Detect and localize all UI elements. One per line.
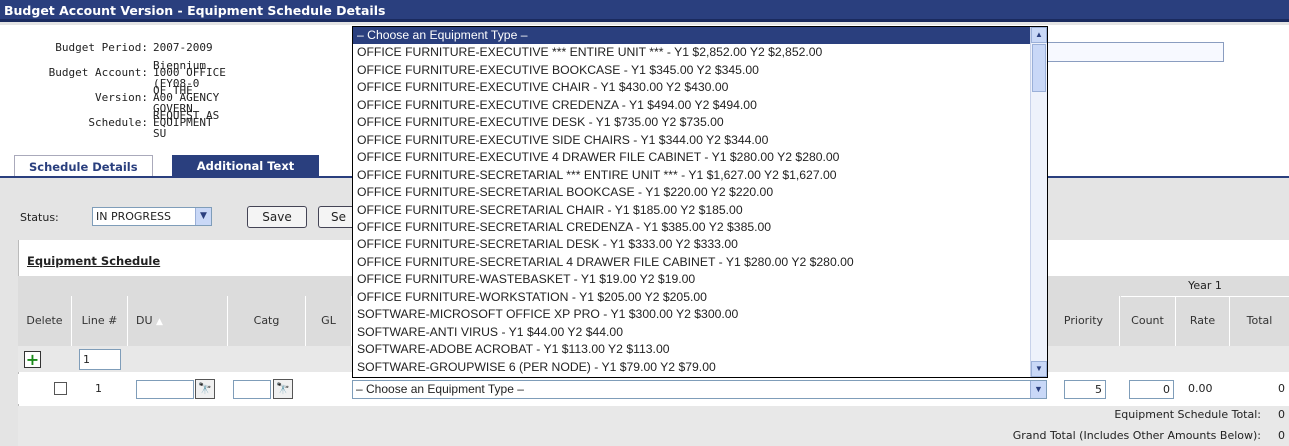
- schedule-value: EQUIPMENT: [153, 116, 213, 129]
- grand-total-value: 0: [1278, 429, 1285, 442]
- col-count: Count: [1120, 296, 1176, 346]
- schedule-label: Schedule:: [88, 116, 148, 129]
- dropdown-option[interactable]: OFFICE FURNITURE-EXECUTIVE 4 DRAWER FILE…: [353, 149, 1031, 166]
- binoculars-icon[interactable]: 🔭: [195, 379, 215, 399]
- col-delete: Delete: [18, 296, 72, 346]
- dropdown-option[interactable]: SOFTWARE-GROUPWISE 6 (PER NODE) - Y1 $79…: [353, 359, 1031, 376]
- binoculars-icon[interactable]: 🔭: [273, 379, 293, 399]
- equipment-dropdown-list[interactable]: – Choose an Equipment Type – OFFICE FURNI…: [352, 26, 1048, 378]
- dropdown-option[interactable]: – Choose an Equipment Type –: [353, 27, 1031, 44]
- dropdown-option[interactable]: OFFICE FURNITURE-EXECUTIVE *** ENTIRE UN…: [353, 44, 1031, 61]
- dropdown-option[interactable]: OFFICE FURNITURE-SECRETARIAL CREDENZA - …: [353, 219, 1031, 236]
- scroll-up-icon[interactable]: ▲: [1031, 27, 1047, 43]
- delete-checkbox[interactable]: [54, 382, 67, 395]
- tab-schedule-details[interactable]: Schedule Details: [14, 155, 153, 178]
- budget-period-row: Budget Period: 2007-2009 Biennium (FY08-…: [0, 39, 230, 90]
- dropdown-option[interactable]: OFFICE FURNITURE-EXECUTIVE BOOKCASE - Y1…: [353, 62, 1031, 79]
- budget-account-row: Budget Account: 1000 OFFICE OF THE GOVER…: [0, 64, 230, 115]
- sort-asc-icon: ▲: [156, 317, 163, 327]
- dropdown-option[interactable]: OFFICE FURNITURE-SECRETARIAL DESK - Y1 $…: [353, 236, 1031, 253]
- chevron-down-icon[interactable]: ▼: [195, 208, 211, 225]
- chevron-down-icon[interactable]: ▼: [1030, 381, 1046, 398]
- dropdown-option[interactable]: SOFTWARE-MICROSOFT OFFICE XP PRO - Y1 $3…: [353, 306, 1031, 323]
- dropdown-option[interactable]: OFFICE FURNITURE-SECRETARIAL CHAIR - Y1 …: [353, 202, 1031, 219]
- page-title: Budget Account Version - Equipment Sched…: [0, 0, 1289, 22]
- row-line-number: 1: [95, 382, 102, 395]
- scrollbar[interactable]: ▲ ▼: [1030, 27, 1047, 377]
- scroll-thumb[interactable]: [1032, 44, 1046, 92]
- scroll-down-icon[interactable]: ▼: [1031, 361, 1047, 377]
- col-priority: Priority: [1048, 296, 1120, 346]
- dropdown-option[interactable]: OFFICE FURNITURE-EXECUTIVE DESK - Y1 $73…: [353, 114, 1031, 131]
- dropdown-option[interactable]: OFFICE FURNITURE-WORKSTATION - Y1 $205.0…: [353, 289, 1031, 306]
- dropdown-option[interactable]: OFFICE FURNITURE-SECRETARIAL 4 DRAWER FI…: [353, 254, 1031, 271]
- count-input[interactable]: 0: [1129, 380, 1174, 399]
- status-label: Status:: [20, 211, 59, 224]
- col-rate: Rate: [1176, 296, 1230, 346]
- status-select[interactable]: IN PROGRESS ▼: [92, 207, 212, 226]
- version-row: Version: A00 AGENCY REQUEST AS SU: [0, 89, 230, 140]
- rate-value: 0.00: [1188, 382, 1213, 395]
- dropdown-option[interactable]: OFFICE FURNITURE-EXECUTIVE CHAIR - Y1 $4…: [353, 79, 1031, 96]
- new-line-input[interactable]: 1: [79, 349, 121, 370]
- catg-input[interactable]: [233, 380, 271, 399]
- dropdown-option[interactable]: SOFTWARE-ANTI VIRUS - Y1 $44.00 Y2 $44.0…: [353, 324, 1031, 341]
- col-gl: GL: [306, 296, 352, 346]
- total-value: 0: [1278, 382, 1285, 395]
- status-value: IN PROGRESS: [96, 210, 171, 223]
- grid-title: Equipment Schedule: [27, 254, 161, 268]
- col-catg: Catg: [228, 296, 306, 346]
- dropdown-option[interactable]: OFFICE FURNITURE-EXECUTIVE SIDE CHAIRS -…: [353, 132, 1031, 149]
- dropdown-option[interactable]: SOFTWARE-ADOBE ACROBAT - Y1 $113.00 Y2 $…: [353, 341, 1031, 358]
- equipment-select[interactable]: – Choose an Equipment Type – ▼: [352, 380, 1047, 399]
- tab-additional-text[interactable]: Additional Text: [172, 155, 319, 177]
- dropdown-option[interactable]: OFFICE FURNITURE-SECRETARIAL BOOKCASE - …: [353, 184, 1031, 201]
- grand-total-label: Grand Total (Includes Other Amounts Belo…: [1012, 429, 1261, 442]
- period-field[interactable]: [1034, 42, 1224, 62]
- budget-period-label: Budget Period:: [55, 41, 148, 54]
- du-input[interactable]: [136, 380, 194, 399]
- add-line-button[interactable]: +: [24, 351, 41, 368]
- col-line: Line #: [72, 296, 128, 346]
- dropdown-option[interactable]: OFFICE FURNITURE-WASTEBASKET - Y1 $19.00…: [353, 271, 1031, 288]
- year-1-header: Year 1: [1121, 276, 1289, 297]
- dropdown-option[interactable]: OFFICE FURNITURE-SECRETARIAL *** ENTIRE …: [353, 167, 1031, 184]
- dropdown-option[interactable]: OFFICE FURNITURE-EXECUTIVE CREDENZA - Y1…: [353, 97, 1031, 114]
- equipment-select-value: – Choose an Equipment Type –: [356, 382, 524, 396]
- schedule-row: Schedule: EQUIPMENT: [0, 114, 230, 132]
- schedule-total-label: Equipment Schedule Total:: [1114, 408, 1261, 421]
- save-button[interactable]: Save: [247, 206, 307, 228]
- priority-input[interactable]: 5: [1064, 380, 1106, 399]
- version-label: Version:: [95, 91, 148, 104]
- col-total: Total: [1246, 314, 1273, 327]
- col-du-label: DU: [136, 314, 153, 327]
- col-du[interactable]: DU ▲: [128, 296, 228, 346]
- plus-icon: +: [25, 350, 40, 369]
- schedule-total-value: 0: [1278, 408, 1285, 421]
- budget-account-label: Budget Account:: [48, 66, 148, 79]
